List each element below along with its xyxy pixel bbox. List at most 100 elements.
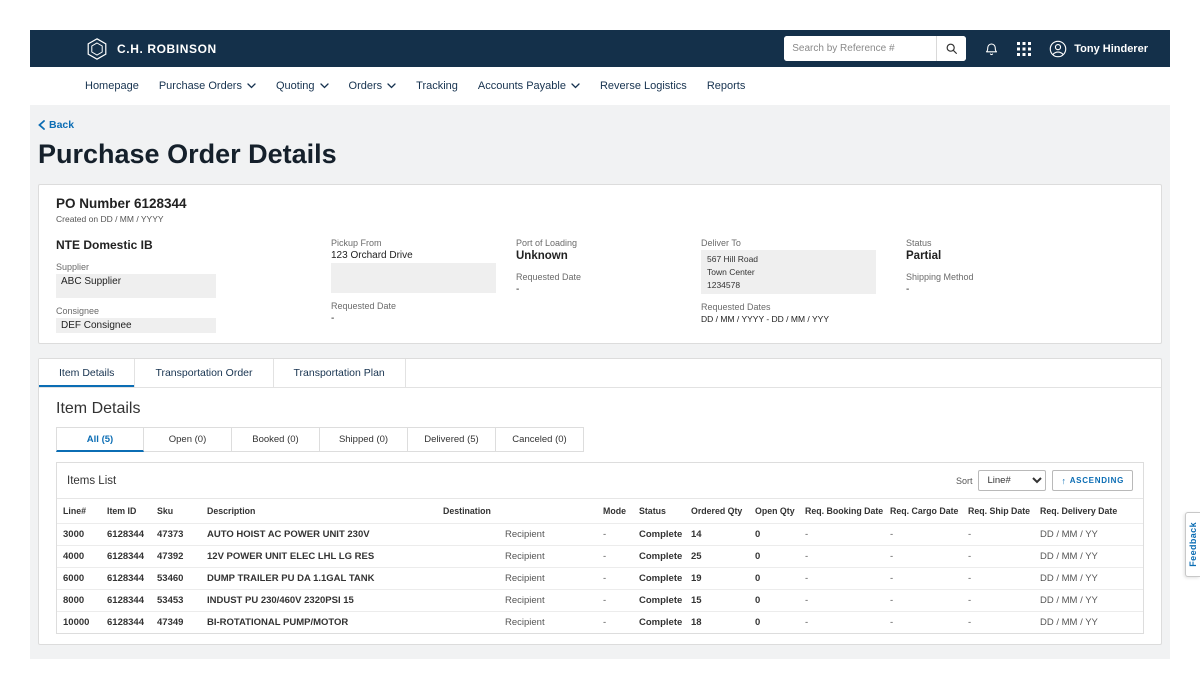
table-row: 3000612834447373AUTO HOIST AC POWER UNIT… — [57, 524, 1143, 546]
sort-direction-button[interactable]: ↑ ASCENDING — [1052, 470, 1133, 491]
brand-name: C.H. ROBINSON — [117, 42, 217, 56]
apps-grid-icon — [1017, 42, 1031, 56]
feedback-label: Feedback — [1188, 522, 1198, 567]
pickup-requested-date-label: Requested Date — [331, 301, 516, 311]
cell-ordered-qty: 19 — [685, 568, 749, 590]
cell-ordered-qty: 18 — [685, 612, 749, 634]
brand-logo[interactable]: C.H. ROBINSON — [85, 37, 217, 61]
column-header-status: Status — [633, 499, 685, 524]
column-header-destination: Destination — [437, 499, 597, 524]
filter-tab-all[interactable]: All (5) — [56, 427, 144, 452]
cell-open-qty: 0 — [749, 546, 799, 568]
cell-item-id: 6128344 — [101, 524, 151, 546]
cell-mode: - — [597, 568, 633, 590]
created-on-value: DD / MM / YYYY — [100, 214, 163, 224]
cell-item-id: 6128344 — [101, 590, 151, 612]
column-header-description: Description — [201, 499, 437, 524]
cell-req-delivery-date: DD / MM / YY — [1034, 524, 1143, 546]
nav-item-tracking[interactable]: Tracking — [416, 80, 458, 92]
item-details-heading: Item Details — [39, 388, 1161, 427]
nav-item-label: Orders — [349, 80, 383, 92]
po-detail-columns: NTE Domestic IB Supplier ABC Supplier Co… — [56, 238, 1144, 333]
sort-controls: Sort Line# ↑ ASCENDING — [956, 470, 1133, 491]
nav-item-reverse-logistics[interactable]: Reverse Logistics — [600, 80, 687, 92]
cell-status: Complete — [633, 612, 685, 634]
cell-destination: Recipient — [437, 524, 597, 546]
po-col-pickup: Pickup From 123 Orchard Drive Requested … — [331, 238, 516, 333]
back-link[interactable]: Back — [38, 119, 74, 131]
items-list-panel: Items List Sort Line# ↑ ASCENDING — [56, 462, 1144, 634]
cell-item-id: 6128344 — [101, 612, 151, 634]
supplier-value: ABC Supplier — [56, 274, 216, 298]
cell-ordered-qty: 14 — [685, 524, 749, 546]
notifications-button[interactable] — [984, 41, 999, 57]
tab-transportation-plan[interactable]: Transportation Plan — [274, 359, 406, 387]
pickup-address-placeholder — [331, 263, 496, 293]
detail-tabs: Item Details Transportation Order Transp… — [39, 359, 1161, 388]
back-chevron-icon — [38, 120, 45, 130]
cell-req-delivery-date: DD / MM / YY — [1034, 568, 1143, 590]
filter-tab-delivered[interactable]: Delivered (5) — [408, 427, 496, 452]
search-button[interactable] — [936, 36, 966, 61]
deliver-to-label: Deliver To — [701, 238, 906, 248]
filter-tab-open[interactable]: Open (0) — [144, 427, 232, 452]
cell-sku: 53453 — [151, 590, 201, 612]
filter-tab-booked[interactable]: Booked (0) — [232, 427, 320, 452]
sort-label: Sort — [956, 476, 973, 486]
column-header-sku: Sku — [151, 499, 201, 524]
column-header-item-id: Item ID — [101, 499, 151, 524]
tab-transportation-order[interactable]: Transportation Order — [135, 359, 273, 387]
nav-item-quoting[interactable]: Quoting — [276, 80, 329, 92]
user-menu[interactable]: Tony Hinderer — [1049, 40, 1148, 58]
nav-item-homepage[interactable]: Homepage — [85, 80, 139, 92]
deliver-to-line: 567 Hill Road — [707, 253, 870, 266]
cell-req-booking-date: - — [799, 546, 884, 568]
port-requested-date-label: Requested Date — [516, 272, 701, 282]
deliver-to-line: Town Center — [707, 266, 870, 279]
status-filter-tabs: All (5) Open (0) Booked (0) Shipped (0) … — [39, 427, 1161, 452]
feedback-tab[interactable]: Feedback — [1185, 512, 1200, 577]
cell-req-booking-date: - — [799, 524, 884, 546]
filter-tab-shipped[interactable]: Shipped (0) — [320, 427, 408, 452]
search-input[interactable] — [784, 36, 936, 61]
cell-line: 3000 — [57, 524, 101, 546]
po-col-status: Status Partial Shipping Method - — [906, 238, 1144, 333]
sort-select[interactable]: Line# — [978, 470, 1046, 491]
nav-item-reports[interactable]: Reports — [707, 80, 746, 92]
cell-destination: Recipient — [437, 612, 597, 634]
cell-item-id: 6128344 — [101, 568, 151, 590]
cell-status: Complete — [633, 546, 685, 568]
deliver-to-address: 567 Hill Road Town Center 1234578 — [701, 250, 876, 294]
deliver-to-line: 1234578 — [707, 279, 870, 292]
filter-tab-canceled[interactable]: Canceled (0) — [496, 427, 584, 452]
requested-dates-value: DD / MM / YYYY - DD / MM / YYY — [701, 314, 906, 324]
tab-item-details[interactable]: Item Details — [39, 359, 135, 387]
nav-item-purchase-orders[interactable]: Purchase Orders — [159, 80, 256, 92]
cell-req-ship-date: - — [962, 546, 1034, 568]
cell-req-booking-date: - — [799, 568, 884, 590]
cell-line: 8000 — [57, 590, 101, 612]
arrow-up-icon: ↑ — [1061, 476, 1066, 486]
cell-req-ship-date: - — [962, 568, 1034, 590]
cell-item-id: 6128344 — [101, 546, 151, 568]
column-header-ordered-qty: Ordered Qty — [685, 499, 749, 524]
items-table: Line#Item IDSkuDescriptionDestinationMod… — [57, 498, 1143, 633]
cell-description: INDUST PU 230/460V 2320PSI 15 — [201, 590, 437, 612]
items-table-body: 3000612834447373AUTO HOIST AC POWER UNIT… — [57, 524, 1143, 634]
cell-req-cargo-date: - — [884, 546, 962, 568]
table-row: 400061283444739212V POWER UNIT ELEC LHL … — [57, 546, 1143, 568]
apps-grid-button[interactable] — [1017, 42, 1031, 56]
nav-item-accounts-payable[interactable]: Accounts Payable — [478, 80, 580, 92]
column-header-req-booking-date: Req. Booking Date — [799, 499, 884, 524]
cell-req-cargo-date: - — [884, 590, 962, 612]
po-col-port: Port of Loading Unknown Requested Date - — [516, 238, 701, 333]
cell-destination: Recipient — [437, 546, 597, 568]
cell-description: 12V POWER UNIT ELEC LHL LG RES — [201, 546, 437, 568]
order-type: NTE Domestic IB — [56, 238, 331, 252]
cell-mode: - — [597, 546, 633, 568]
nav-item-orders[interactable]: Orders — [349, 80, 397, 92]
cell-status: Complete — [633, 524, 685, 546]
table-row: 8000612834453453INDUST PU 230/460V 2320P… — [57, 590, 1143, 612]
main-content: Back Purchase Order Details PO Number 61… — [30, 105, 1170, 659]
port-requested-date-value: - — [516, 284, 701, 295]
